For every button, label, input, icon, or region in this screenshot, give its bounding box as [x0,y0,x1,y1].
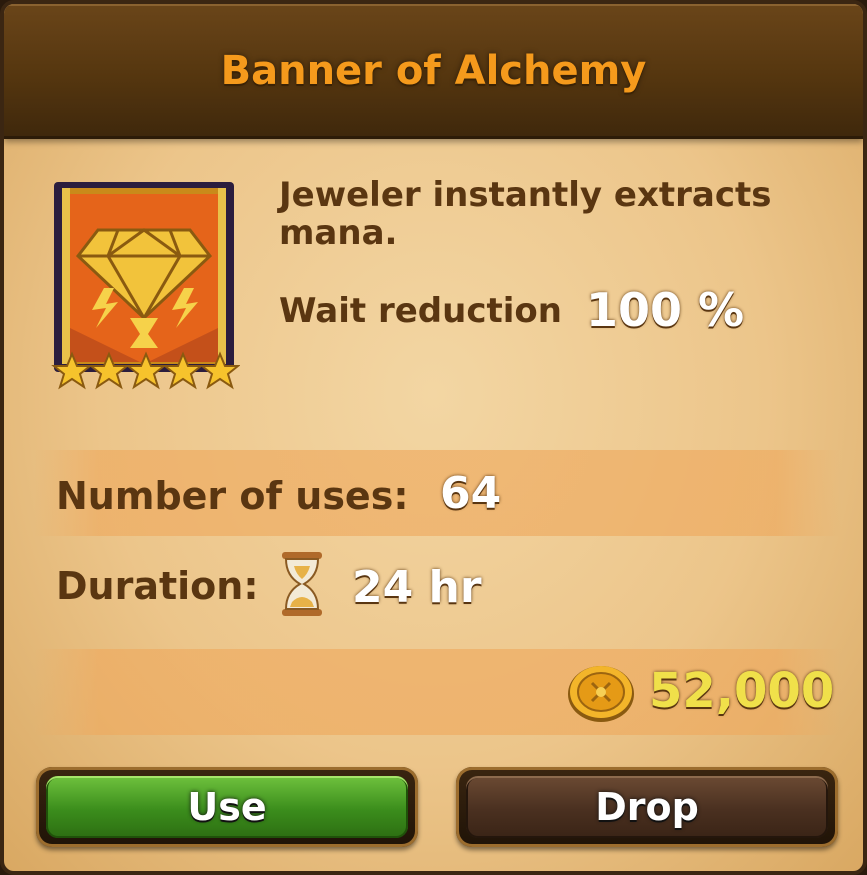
drop-button[interactable]: Drop [466,776,828,838]
uses-value: 64 [440,468,502,519]
wait-reduction-label: Wait reduction [279,291,562,331]
item-description: Jeweler instantly extracts mana. [279,175,772,253]
banner-diamond-icon [51,182,240,390]
item-title: Banner of Alchemy [220,48,647,94]
duration-label: Duration: [56,564,259,608]
use-button-frame: Use [36,767,418,847]
item-popup: Banner of Alchemy Jeweler instantly extr… [0,0,867,875]
wait-reduction-value: 100 % [586,283,745,337]
gold-coin-icon [568,666,634,722]
popup-header: Banner of Alchemy [4,4,863,139]
drop-button-frame: Drop [456,767,838,847]
uses-label: Number of uses: [56,474,409,518]
hourglass-icon [282,552,322,616]
use-button[interactable]: Use [46,776,408,838]
item-price: 52,000 [649,663,835,719]
duration-value: 24 hr [352,562,482,613]
